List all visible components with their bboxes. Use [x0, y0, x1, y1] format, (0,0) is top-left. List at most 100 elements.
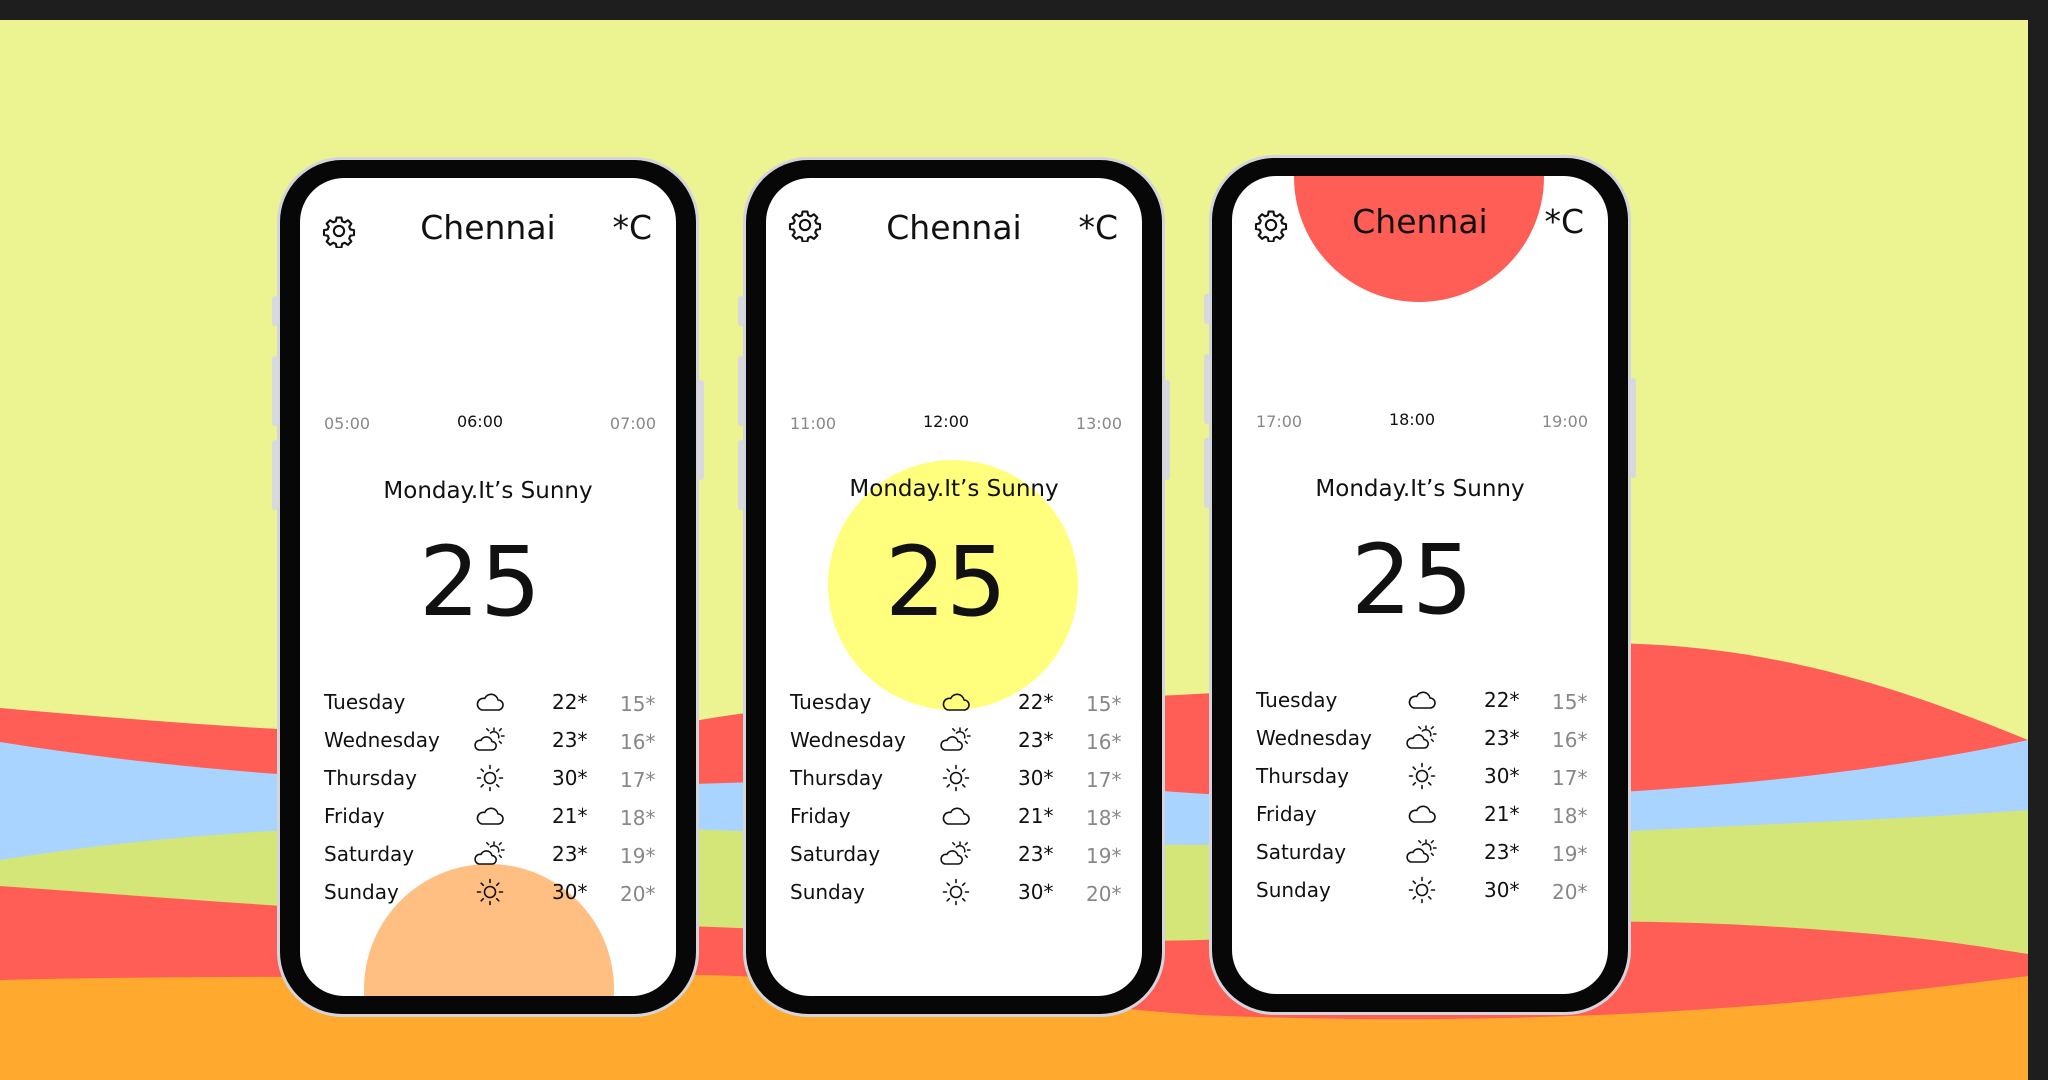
side-button [272, 440, 278, 510]
forecast-low: 15* [1552, 690, 1588, 714]
forecast-list: Tuesday 22* 15* Wednesday 23* 16* Thursday 30* 1… [1256, 682, 1596, 910]
side-button [272, 356, 278, 426]
sun-icon [474, 764, 506, 792]
forecast-low: 17* [1552, 766, 1588, 790]
forecast-day: Friday [790, 804, 851, 828]
side-button [738, 356, 744, 426]
forecast-row[interactable]: Saturday 23* 19* [324, 836, 664, 874]
forecast-high: 30* [1484, 764, 1520, 788]
forecast-high: 22* [552, 690, 588, 714]
side-button [1204, 294, 1210, 324]
forecast-day: Saturday [1256, 840, 1347, 864]
forecast-day: Sunday [790, 880, 865, 904]
cloud-icon [1406, 686, 1438, 714]
forecast-high: 23* [1018, 728, 1054, 752]
unit-toggle[interactable]: *C [1544, 202, 1584, 241]
forecast-high: 22* [1484, 688, 1520, 712]
forecast-row[interactable]: Wednesday 23* 16* [324, 722, 664, 760]
weather-summary: Monday.It’s Sunny [849, 476, 1059, 502]
cloud-icon [940, 688, 972, 716]
phone-noon: Chennai *C 11:00 12:00 13:00 Monday.It’s… [738, 160, 1170, 1014]
forecast-row[interactable]: Friday 21* 18* [1256, 796, 1596, 834]
forecast-list: Tuesday 22* 15* Wednesday 23* 16* Thursday 30* 1… [790, 684, 1130, 912]
forecast-high: 23* [552, 842, 588, 866]
forecast-low: 18* [620, 806, 656, 830]
forecast-day: Tuesday [790, 690, 872, 714]
forecast-day: Thursday [324, 766, 417, 790]
forecast-day: Friday [1256, 802, 1317, 826]
forecast-row[interactable]: Friday 21* 18* [790, 798, 1130, 836]
forecast-row[interactable]: Wednesday 23* 16* [1256, 720, 1596, 758]
partly-sunny-icon [1406, 724, 1438, 752]
forecast-day: Thursday [790, 766, 883, 790]
cloud-icon [940, 802, 972, 830]
side-button [1204, 354, 1210, 424]
forecast-row[interactable]: Thursday 30* 17* [790, 760, 1130, 798]
forecast-day: Sunday [1256, 878, 1331, 902]
forecast-high: 21* [1018, 804, 1054, 828]
forecast-high: 21* [552, 804, 588, 828]
forecast-high: 22* [1018, 690, 1054, 714]
phone-evening: Chennai *C 17:00 18:00 19:00 Monday.It’s… [1204, 158, 1636, 1012]
forecast-day: Tuesday [324, 690, 406, 714]
current-temperature: 25 [1350, 524, 1474, 636]
forecast-low: 20* [620, 882, 656, 906]
forecast-row[interactable]: Saturday 23* 19* [790, 836, 1130, 874]
forecast-high: 30* [552, 766, 588, 790]
forecast-day: Wednesday [790, 728, 906, 752]
phone-screen: Chennai *C 05:00 06:00 07:00 Monday.It’s… [300, 178, 676, 996]
forecast-day: Tuesday [1256, 688, 1338, 712]
partly-sunny-icon [474, 840, 506, 868]
forecast-low: 16* [620, 730, 656, 754]
forecast-day: Friday [324, 804, 385, 828]
hour-next[interactable]: 13:00 [1076, 414, 1122, 433]
partly-sunny-icon [1406, 838, 1438, 866]
forecast-row[interactable]: Thursday 30* 17* [324, 760, 664, 798]
hour-next[interactable]: 07:00 [610, 414, 656, 433]
side-button [1164, 380, 1170, 480]
forecast-row[interactable]: Tuesday 22* 15* [324, 684, 664, 722]
forecast-row[interactable]: Tuesday 22* 15* [1256, 682, 1596, 720]
side-button [1204, 438, 1210, 508]
forecast-row[interactable]: Saturday 23* 19* [1256, 834, 1596, 872]
forecast-low: 17* [620, 768, 656, 792]
forecast-low: 20* [1086, 882, 1122, 906]
current-temperature: 25 [884, 526, 1008, 638]
unit-toggle[interactable]: *C [612, 208, 652, 247]
unit-toggle[interactable]: *C [1078, 208, 1118, 247]
forecast-row[interactable]: Sunday 30* 20* [790, 874, 1130, 912]
forecast-day: Thursday [1256, 764, 1349, 788]
forecast-row[interactable]: Sunday 30* 20* [324, 874, 664, 912]
partly-sunny-icon [940, 726, 972, 754]
weather-summary: Monday.It’s Sunny [1315, 476, 1525, 502]
forecast-high: 21* [1484, 802, 1520, 826]
forecast-high: 30* [1018, 880, 1054, 904]
forecast-low: 16* [1552, 728, 1588, 752]
forecast-low: 19* [1086, 844, 1122, 868]
sun-icon [474, 878, 506, 906]
side-button [1630, 378, 1636, 478]
weather-summary: Monday.It’s Sunny [383, 478, 593, 504]
sun-icon [940, 764, 972, 792]
forecast-high: 30* [1484, 878, 1520, 902]
forecast-row[interactable]: Thursday 30* 17* [1256, 758, 1596, 796]
forecast-row[interactable]: Sunday 30* 20* [1256, 872, 1596, 910]
forecast-row[interactable]: Wednesday 23* 16* [790, 722, 1130, 760]
partly-sunny-icon [474, 726, 506, 754]
side-button [698, 380, 704, 480]
hour-next[interactable]: 19:00 [1542, 412, 1588, 431]
forecast-day: Wednesday [1256, 726, 1372, 750]
forecast-low: 17* [1086, 768, 1122, 792]
side-button [738, 296, 744, 326]
forecast-high: 23* [552, 728, 588, 752]
cloud-icon [1406, 800, 1438, 828]
forecast-row[interactable]: Tuesday 22* 15* [790, 684, 1130, 722]
forecast-row[interactable]: Friday 21* 18* [324, 798, 664, 836]
side-button [272, 296, 278, 326]
phone-screen: Chennai *C 17:00 18:00 19:00 Monday.It’s… [1232, 176, 1608, 994]
forecast-day: Saturday [790, 842, 881, 866]
forecast-low: 19* [620, 844, 656, 868]
forecast-low: 19* [1552, 842, 1588, 866]
cloud-icon [474, 688, 506, 716]
partly-sunny-icon [940, 840, 972, 868]
